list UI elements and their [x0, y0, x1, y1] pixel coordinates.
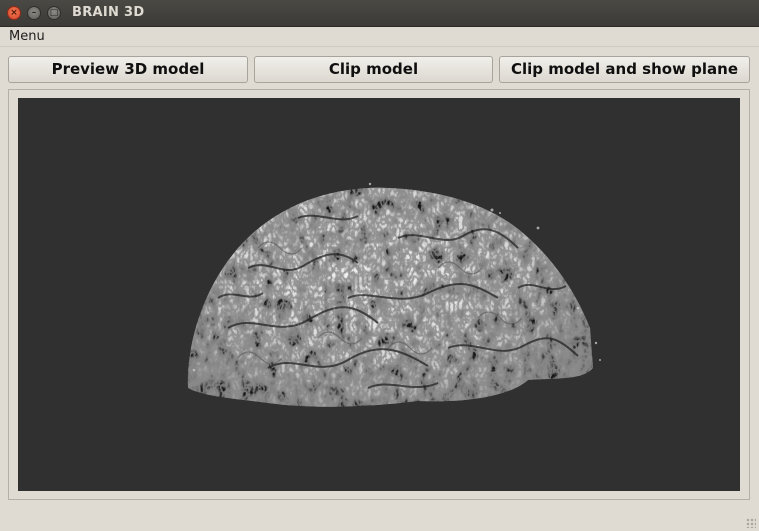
app-window: × – □ BRAIN 3D Menu Preview 3D model Cli…	[0, 0, 759, 531]
close-icon[interactable]: ×	[7, 6, 21, 20]
resize-grip[interactable]	[746, 518, 756, 528]
maximize-icon[interactable]: □	[47, 6, 61, 20]
menu-item-menu[interactable]: Menu	[9, 29, 45, 44]
window-title: BRAIN 3D	[72, 5, 145, 20]
minimize-icon[interactable]: –	[27, 6, 41, 20]
preview-3d-model-button[interactable]: Preview 3D model	[8, 56, 248, 83]
clip-model-button[interactable]: Clip model	[254, 56, 493, 83]
brain-model-render	[187, 182, 601, 407]
title-bar[interactable]: × – □ BRAIN 3D	[0, 0, 759, 27]
clip-model-show-plane-button[interactable]: Clip model and show plane	[499, 56, 750, 83]
render-viewport[interactable]	[18, 98, 740, 491]
menu-bar: Menu	[0, 27, 759, 47]
